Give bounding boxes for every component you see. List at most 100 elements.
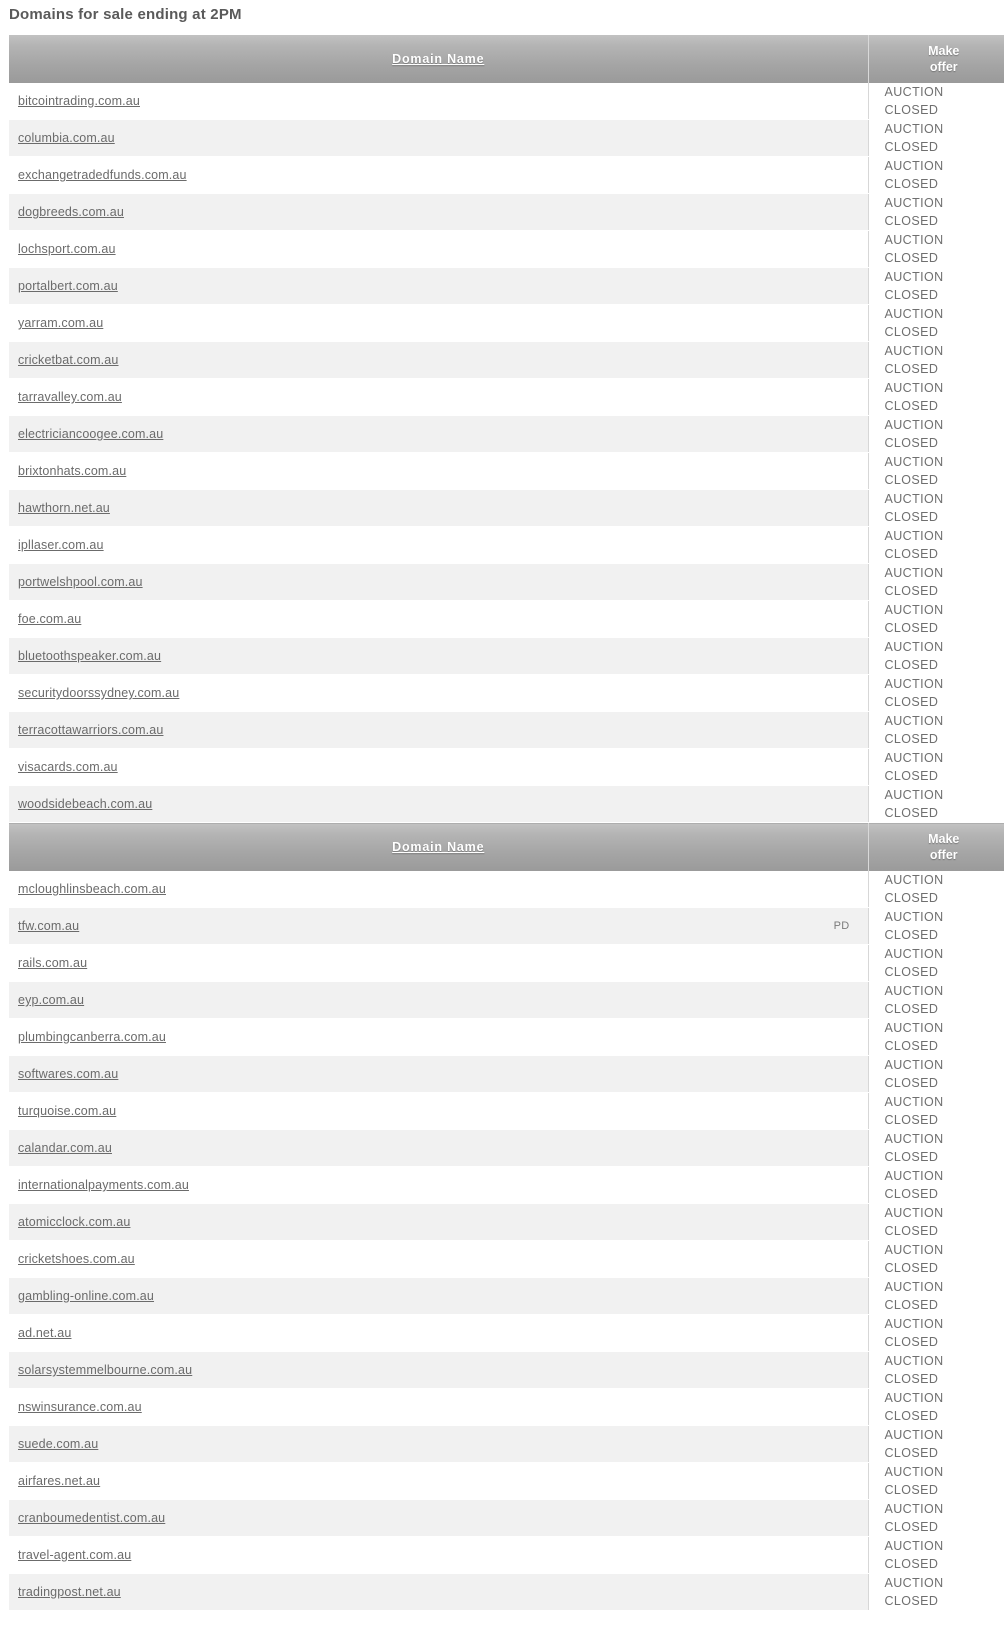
table-row: ipllaser.com.au AUCTION CLOSED [9, 526, 1004, 564]
auction-status-line1: AUCTION [884, 492, 944, 506]
domain-link[interactable]: dogbreeds.com.au [18, 205, 124, 219]
sort-domain-name-link[interactable]: Domain Name [392, 840, 484, 854]
domain-name-cell: solarsystemmelbourne.com.au [9, 1351, 869, 1389]
make-offer-cell: AUCTION CLOSED [868, 944, 1004, 982]
domain-name-cell-inner: suede.com.au [18, 1437, 860, 1451]
domain-link[interactable]: ipllaser.com.au [18, 538, 104, 552]
auction-status-line2: CLOSED [884, 1446, 939, 1460]
auction-status-line2: CLOSED [884, 1002, 939, 1016]
make-offer-cell: AUCTION CLOSED [868, 637, 1004, 675]
table-row: bluetoothspeaker.com.au AUCTION CLOSED [9, 637, 1004, 675]
domain-link[interactable]: tradingpost.net.au [18, 1585, 121, 1599]
domain-link[interactable]: tarravalley.com.au [18, 390, 122, 404]
domain-link[interactable]: foe.com.au [18, 612, 81, 626]
make-offer-cell: AUCTION CLOSED [868, 1166, 1004, 1204]
domain-link[interactable]: bluetoothspeaker.com.au [18, 649, 161, 663]
domain-link[interactable]: exchangetradedfunds.com.au [18, 168, 187, 182]
domain-link[interactable]: eyp.com.au [18, 993, 84, 1007]
auction-status-line2: CLOSED [884, 806, 939, 820]
table-row: woodsidebeach.com.au AUCTION CLOSED [9, 785, 1004, 823]
domain-link[interactable]: electriciancoogee.com.au [18, 427, 163, 441]
domain-link[interactable]: cricketshoes.com.au [18, 1252, 135, 1266]
domain-name-cell-inner: airfares.net.au [18, 1474, 860, 1488]
auction-status-line2: CLOSED [884, 1187, 939, 1201]
domain-link[interactable]: columbia.com.au [18, 131, 115, 145]
domain-link[interactable]: suede.com.au [18, 1437, 98, 1451]
auction-status-line2: CLOSED [884, 1372, 939, 1386]
table-row: bitcointrading.com.au AUCTION CLOSED [9, 83, 1004, 120]
auction-status-line2: CLOSED [884, 1335, 939, 1349]
auction-status-line2: CLOSED [884, 1298, 939, 1312]
domain-link[interactable]: rails.com.au [18, 956, 87, 970]
table-row: dogbreeds.com.au AUCTION CLOSED [9, 193, 1004, 231]
auction-status-line2: CLOSED [884, 1557, 939, 1571]
domain-name-cell-inner: tradingpost.net.au [18, 1585, 860, 1599]
domain-name-cell: travel-agent.com.au [9, 1536, 869, 1574]
domain-link[interactable]: portwelshpool.com.au [18, 575, 143, 589]
domain-link[interactable]: brixtonhats.com.au [18, 464, 126, 478]
domain-link[interactable]: solarsystemmelbourne.com.au [18, 1363, 192, 1377]
domain-name-cell-inner: portalbert.com.au [18, 279, 860, 293]
domain-link[interactable]: softwares.com.au [18, 1067, 118, 1081]
domain-link[interactable]: lochsport.com.au [18, 242, 116, 256]
auction-status-line2: CLOSED [884, 769, 939, 783]
domain-link[interactable]: turquoise.com.au [18, 1104, 116, 1118]
domain-link[interactable]: gambling-online.com.au [18, 1289, 154, 1303]
domain-link[interactable]: mcloughlinsbeach.com.au [18, 882, 166, 896]
table-row: cricketbat.com.au AUCTION CLOSED [9, 341, 1004, 379]
sort-domain-name-link[interactable]: Domain Name [392, 52, 484, 66]
auction-status-line2: CLOSED [884, 436, 939, 450]
auction-status-line1: AUCTION [884, 603, 944, 617]
domain-link[interactable]: cricketbat.com.au [18, 353, 119, 367]
make-offer-cell: AUCTION CLOSED [868, 785, 1004, 823]
domain-name-cell-inner: travel-agent.com.au [18, 1548, 860, 1562]
domain-name-cell: dogbreeds.com.au [9, 193, 869, 231]
domain-link[interactable]: cranboumedentist.com.au [18, 1511, 165, 1525]
domain-link[interactable]: travel-agent.com.au [18, 1548, 131, 1562]
domain-link[interactable]: terracottawarriors.com.au [18, 723, 163, 737]
domain-name-cell-inner: bluetoothspeaker.com.au [18, 649, 860, 663]
auction-status-line1: AUCTION [884, 1576, 944, 1590]
domain-link[interactable]: bitcointrading.com.au [18, 94, 140, 108]
make-offer-cell: AUCTION CLOSED [868, 748, 1004, 786]
domain-name-cell-inner: brixtonhats.com.au [18, 464, 860, 478]
domain-link[interactable]: yarram.com.au [18, 316, 103, 330]
domain-link[interactable]: calandar.com.au [18, 1141, 112, 1155]
domain-link[interactable]: visacards.com.au [18, 760, 118, 774]
domain-link[interactable]: atomicclock.com.au [18, 1215, 130, 1229]
domain-name-cell-inner: dogbreeds.com.au [18, 205, 860, 219]
domain-name-cell-inner: bitcointrading.com.au [18, 94, 860, 108]
domain-name-cell-inner: exchangetradedfunds.com.au [18, 168, 860, 182]
auction-status-line1: AUCTION [884, 1021, 944, 1035]
auction-status-line1: AUCTION [884, 270, 944, 284]
column-header-domain-name[interactable]: Domain Name [9, 35, 869, 83]
make-offer-cell: AUCTION CLOSED [868, 1092, 1004, 1130]
column-header-domain-name[interactable]: Domain Name [9, 822, 869, 871]
domain-link[interactable]: tfw.com.au [18, 919, 79, 933]
auction-status-line1: AUCTION [884, 1280, 944, 1294]
auction-status-line2: CLOSED [884, 214, 939, 228]
domain-name-cell: softwares.com.au [9, 1055, 869, 1093]
domain-link[interactable]: internationalpayments.com.au [18, 1178, 189, 1192]
domain-name-cell-inner: calandar.com.au [18, 1141, 860, 1155]
domain-name-cell-inner: terracottawarriors.com.au [18, 723, 860, 737]
domain-link[interactable]: airfares.net.au [18, 1474, 100, 1488]
auction-status-line1: AUCTION [884, 1169, 944, 1183]
domain-name-cell: tfw.com.au PD [9, 907, 869, 945]
make-offer-cell: AUCTION CLOSED [868, 1055, 1004, 1093]
domain-link[interactable]: hawthorn.net.au [18, 501, 110, 515]
domain-link[interactable]: plumbingcanberra.com.au [18, 1030, 166, 1044]
column-header-make-offer: Make offer [868, 822, 1004, 871]
domain-link[interactable]: portalbert.com.au [18, 279, 118, 293]
make-offer-cell: AUCTION CLOSED [868, 1425, 1004, 1463]
domain-link[interactable]: woodsidebeach.com.au [18, 797, 152, 811]
domain-name-cell: exchangetradedfunds.com.au [9, 156, 869, 194]
auction-status-line1: AUCTION [884, 947, 944, 961]
make-offer-cell: AUCTION CLOSED [868, 1129, 1004, 1167]
domain-link[interactable]: securitydoorssydney.com.au [18, 686, 179, 700]
domain-name-cell: calandar.com.au [9, 1129, 869, 1167]
domain-name-cell-inner: yarram.com.au [18, 316, 860, 330]
table-row: turquoise.com.au AUCTION CLOSED [9, 1092, 1004, 1130]
domain-link[interactable]: nswinsurance.com.au [18, 1400, 142, 1414]
domain-link[interactable]: ad.net.au [18, 1326, 71, 1340]
